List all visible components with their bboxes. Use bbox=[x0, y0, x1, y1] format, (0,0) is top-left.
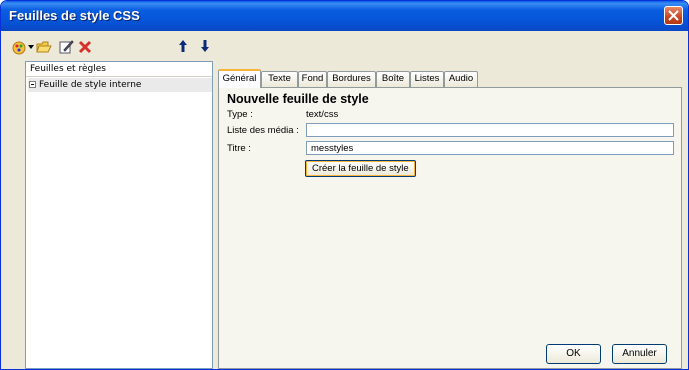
type-value: text/css bbox=[306, 109, 339, 120]
tab-text[interactable]: Texte bbox=[261, 71, 298, 87]
css-stylesheets-dialog: Feuilles de style CSS Feuilles et règles… bbox=[0, 0, 689, 370]
tab-lists[interactable]: Listes bbox=[410, 71, 444, 87]
section-heading: Nouvelle feuille de style bbox=[227, 92, 369, 106]
title-label: Titre : bbox=[227, 143, 251, 154]
tree-item-internal-stylesheet[interactable]: Feuille de style interne bbox=[28, 78, 212, 92]
title-input[interactable]: messtyles bbox=[306, 141, 674, 155]
tab-content-general: Nouvelle feuille de style Type : text/cs… bbox=[218, 87, 682, 369]
tab-general[interactable]: Général bbox=[218, 69, 261, 88]
edit-icon[interactable] bbox=[58, 39, 74, 55]
media-list-label: Liste des média : bbox=[227, 125, 299, 136]
collapse-icon[interactable] bbox=[29, 81, 36, 88]
window-title: Feuilles de style CSS bbox=[9, 8, 140, 23]
close-button[interactable] bbox=[664, 6, 683, 25]
sheets-and-rules-panel[interactable]: Feuilles et règles Feuille de style inte… bbox=[25, 61, 213, 369]
tab-background[interactable]: Fond bbox=[298, 71, 327, 87]
type-label: Type : bbox=[227, 109, 253, 120]
move-down-icon[interactable] bbox=[200, 39, 210, 55]
panel-header-label: Feuilles et règles bbox=[30, 64, 106, 74]
move-up-icon[interactable] bbox=[178, 39, 188, 55]
tab-box[interactable]: Boîte bbox=[376, 71, 410, 87]
dropdown-arrow-icon[interactable] bbox=[28, 44, 34, 60]
close-icon bbox=[668, 10, 679, 21]
toolbar bbox=[11, 39, 217, 55]
new-sheet-icon[interactable] bbox=[11, 39, 27, 55]
dialog-body: Feuilles et règles Feuille de style inte… bbox=[5, 31, 684, 369]
tree-item-label: Feuille de style interne bbox=[39, 80, 142, 90]
media-list-input[interactable] bbox=[306, 123, 674, 137]
tab-borders[interactable]: Bordures bbox=[327, 71, 376, 87]
panel-header[interactable]: Feuilles et règles bbox=[26, 62, 212, 77]
title-bar[interactable]: Feuilles de style CSS bbox=[1, 1, 688, 31]
delete-icon[interactable] bbox=[77, 39, 93, 55]
cancel-button[interactable]: Annuler bbox=[612, 344, 667, 364]
tab-audio[interactable]: Audio bbox=[444, 71, 478, 87]
open-folder-icon[interactable] bbox=[36, 39, 52, 55]
create-stylesheet-button[interactable]: Créer la feuille de style bbox=[305, 160, 416, 177]
ok-button[interactable]: OK bbox=[546, 344, 601, 364]
